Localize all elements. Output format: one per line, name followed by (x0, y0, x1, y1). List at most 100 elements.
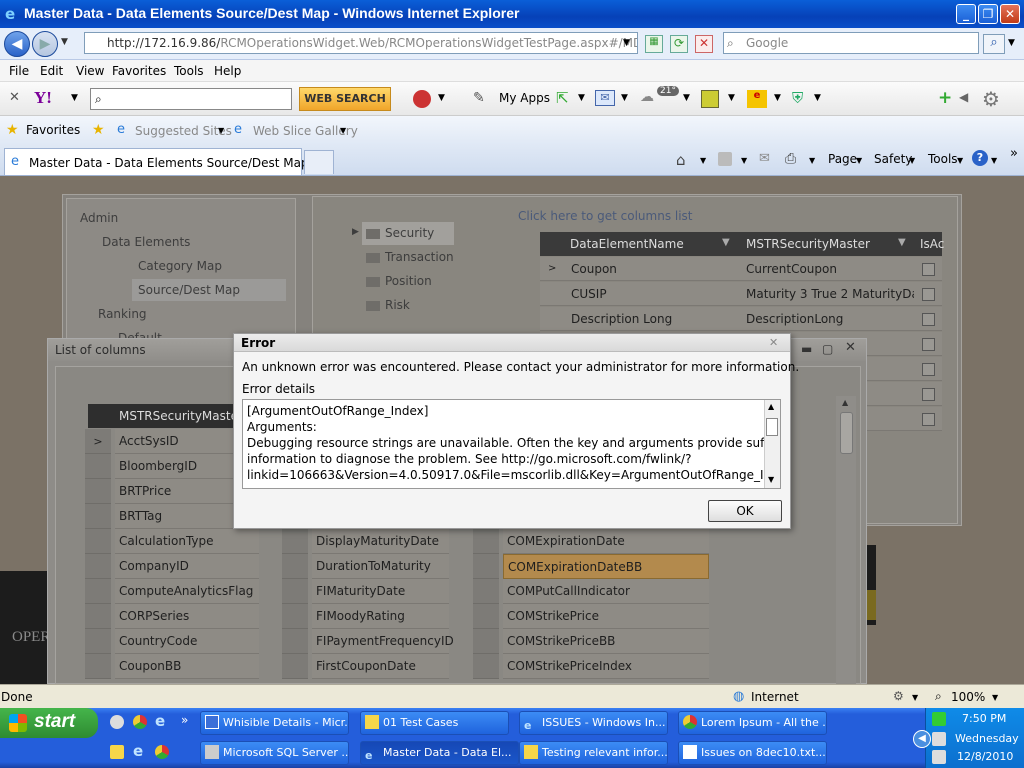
list-item[interactable]: COMStrikePriceIndex (503, 654, 709, 679)
tree-source-dest-map[interactable]: Source/Dest Map (138, 283, 240, 297)
rss-dropdown-icon[interactable]: ▼ (741, 156, 747, 165)
protected-mode-icon[interactable]: ⚙ (893, 689, 904, 703)
isactive-checkbox[interactable] (922, 413, 935, 426)
list-item[interactable]: DurationToMaturity (312, 554, 449, 579)
list-item[interactable]: DisplayMaturityDate (312, 529, 449, 554)
row-selector[interactable] (473, 529, 499, 554)
row-selector[interactable] (85, 504, 111, 529)
zoom-dropdown-icon[interactable]: ▼ (992, 693, 998, 702)
taskbar-item[interactable]: Whisible Details - Micr... (200, 711, 349, 735)
webslice-dropdown-icon[interactable]: ▼ (340, 126, 346, 135)
taskbar-item[interactable]: Issues on 8dec10.txt... (678, 741, 827, 765)
menu-edit[interactable]: Edit (40, 64, 63, 78)
search-go-icon[interactable]: ⌕ (983, 34, 1005, 54)
safety-dropdown-icon[interactable]: ▼ (909, 156, 915, 165)
quicklaunch-more-icon[interactable]: » (181, 713, 188, 727)
list-close-icon[interactable]: ✕ (845, 340, 856, 355)
list-item[interactable]: COMStrikePrice (503, 604, 709, 629)
clock-time[interactable]: 7:50 PM (962, 712, 1006, 725)
row-selector[interactable] (473, 579, 499, 604)
col-header-dataelementname[interactable]: DataElementName (570, 232, 684, 256)
row-selector[interactable] (85, 604, 111, 629)
restore-button[interactable]: ❐ (978, 4, 998, 24)
category-position[interactable]: Position (385, 274, 432, 288)
isactive-checkbox[interactable] (922, 388, 935, 401)
finance-icon[interactable] (701, 90, 719, 108)
list-item[interactable]: COMExpirationDateBB (503, 554, 709, 579)
finance-dropdown-icon[interactable]: ▼ (728, 93, 735, 103)
isactive-checkbox[interactable] (922, 313, 935, 326)
print-icon[interactable]: ⎙ (785, 151, 796, 167)
isactive-checkbox[interactable] (922, 263, 935, 276)
forward-button[interactable]: ▶ (32, 31, 58, 57)
list-item[interactable]: FIMaturityDate (312, 579, 449, 604)
stop-icon[interactable]: ✕ (695, 35, 713, 53)
tray-volume-icon[interactable] (932, 750, 946, 764)
tab-master-data[interactable]: e Master Data - Data Elements Source/Des… (4, 148, 309, 175)
row-selector[interactable] (282, 554, 308, 579)
ie2-quicklaunch-icon[interactable]: e (133, 742, 143, 760)
list-item[interactable]: CalculationType (115, 529, 259, 554)
shield-icon[interactable]: ⛨ (792, 89, 803, 107)
menu-favorites[interactable]: Favorites (112, 64, 166, 78)
help-dropdown-icon[interactable]: ▼ (991, 156, 997, 165)
address-dropdown-icon[interactable]: ▼ (623, 38, 630, 48)
category-transaction[interactable]: Transaction (385, 250, 454, 264)
error-dialog-titlebar[interactable]: Error (234, 334, 790, 352)
menu-help[interactable]: Help (214, 64, 241, 78)
tree-category-map[interactable]: Category Map (138, 259, 222, 273)
list-item[interactable]: COMStrikePriceBB (503, 629, 709, 654)
ok-button[interactable]: OK (708, 500, 782, 522)
menu-view[interactable]: View (76, 64, 104, 78)
safety-menu[interactable]: Safety (874, 152, 912, 166)
row-selector[interactable] (85, 654, 111, 679)
list-item[interactable]: CompanyID (115, 554, 259, 579)
rss-feed-icon[interactable] (718, 152, 732, 166)
row-selector[interactable] (282, 529, 308, 554)
web-search-button[interactable]: WEB SEARCH (299, 87, 391, 111)
bookmark-icon[interactable]: ⇱ (556, 89, 569, 107)
row-selector[interactable] (85, 454, 111, 479)
list-item[interactable]: CORPSeries (115, 604, 259, 629)
add-favorite-icon[interactable]: ★ (92, 122, 105, 138)
my-apps-label[interactable]: My Apps (499, 91, 550, 105)
row-selector[interactable] (282, 604, 308, 629)
help-icon[interactable]: ? (972, 150, 988, 166)
search-options-icon[interactable]: ▼ (1008, 38, 1015, 48)
suggested-dropdown-icon[interactable]: ▼ (218, 126, 224, 135)
protected-dropdown-icon[interactable]: ▼ (912, 693, 918, 702)
quicklaunch-icon[interactable] (110, 715, 124, 729)
antispy-icon[interactable] (413, 90, 431, 108)
row-selector[interactable] (473, 554, 499, 579)
home-icon[interactable]: ⌂ (676, 151, 686, 169)
list-item[interactable]: ComputeAnalyticsFlag (115, 579, 259, 604)
list-minimize-icon[interactable]: ▬ (801, 342, 812, 356)
chevron-right-icon[interactable]: » (1010, 146, 1018, 161)
tree-admin[interactable]: Admin (80, 211, 118, 225)
tools-dropdown-icon[interactable]: ▼ (957, 156, 963, 165)
close-button[interactable]: ✕ (1000, 4, 1020, 24)
row-selector[interactable] (85, 579, 111, 604)
error-details-textbox[interactable]: [ArgumentOutOfRange_Index] Arguments: De… (242, 399, 781, 489)
window-titlebar[interactable]: e Master Data - Data Elements Source/Des… (0, 0, 1024, 28)
details-scroll-thumb[interactable] (766, 418, 778, 436)
list-maximize-icon[interactable]: ▢ (822, 342, 833, 356)
row-selector[interactable] (282, 629, 308, 654)
page-dropdown-icon[interactable]: ▼ (856, 156, 862, 165)
category-risk[interactable]: Risk (385, 298, 410, 312)
tray-network-icon[interactable] (932, 732, 946, 746)
list-item[interactable]: COMExpirationDate (503, 529, 709, 554)
row-selector[interactable] (473, 654, 499, 679)
menu-file[interactable]: File (9, 64, 29, 78)
row-selector[interactable] (85, 554, 111, 579)
print-dropdown-icon[interactable]: ▼ (809, 156, 815, 165)
minimize-button[interactable]: _ (956, 4, 976, 24)
tray-expand-icon[interactable]: ◀ (913, 730, 931, 748)
compat-view-icon[interactable]: ▦ (645, 35, 663, 53)
taskbar-item[interactable]: 01 Test Cases (360, 711, 509, 735)
category-security[interactable]: Security (385, 226, 434, 240)
scroll-left-icon[interactable]: ◀ (959, 90, 968, 104)
add-icon[interactable]: + (938, 88, 952, 108)
col-header-mstrsecuritymaster[interactable]: MSTRSecurityMaster (746, 232, 870, 256)
history-dropdown-icon[interactable]: ▼ (61, 37, 68, 47)
